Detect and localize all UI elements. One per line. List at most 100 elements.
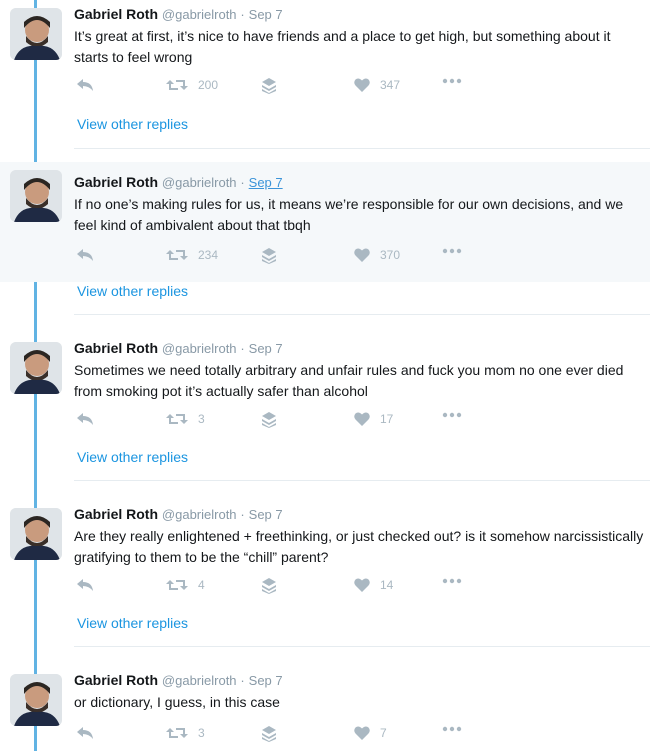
- reply-button[interactable]: [76, 726, 94, 740]
- like-button[interactable]: 7: [354, 726, 387, 740]
- heart-icon: [354, 726, 370, 740]
- author-handle[interactable]: @gabrielroth: [162, 507, 237, 522]
- reply-icon: [77, 413, 93, 425]
- tweet-header: Gabriel Roth @gabrielroth · Sep 7: [74, 174, 283, 190]
- author-name[interactable]: Gabriel Roth: [74, 340, 158, 356]
- stack-icon: [262, 726, 276, 742]
- tweet-text: or dictionary, I guess, in this case: [74, 694, 280, 710]
- author-name[interactable]: Gabriel Roth: [74, 6, 158, 22]
- tweet-actions: 3 7: [74, 726, 494, 746]
- more-button[interactable]: [442, 578, 462, 584]
- divider: [74, 646, 650, 647]
- view-other-replies-link[interactable]: View other replies: [77, 116, 188, 132]
- divider: [74, 480, 650, 481]
- heart-icon: [354, 248, 370, 262]
- more-button[interactable]: [442, 248, 462, 254]
- tweet[interactable]: Gabriel Roth @gabrielroth · Sep 7 It’s g…: [0, 0, 650, 132]
- tweet[interactable]: Gabriel Roth @gabrielroth · Sep 7 Are th…: [0, 500, 650, 631]
- view-other-replies-link[interactable]: View other replies: [77, 449, 188, 465]
- separator: ·: [240, 673, 245, 688]
- avatar[interactable]: [10, 508, 62, 560]
- like-button[interactable]: 370: [354, 248, 400, 262]
- reply-icon: [77, 579, 93, 591]
- like-button[interactable]: 14: [354, 578, 393, 592]
- heart-icon: [354, 578, 370, 592]
- retweet-button[interactable]: 3: [166, 726, 205, 740]
- stack-icon: [262, 578, 276, 594]
- author-handle[interactable]: @gabrielroth: [162, 175, 237, 190]
- like-button[interactable]: 17: [354, 412, 393, 426]
- like-count: 7: [380, 726, 387, 740]
- separator: ·: [240, 507, 245, 522]
- more-icon: [442, 78, 462, 84]
- view-other-replies-link[interactable]: View other replies: [77, 615, 188, 631]
- retweet-button[interactable]: 4: [166, 578, 205, 592]
- avatar[interactable]: [10, 170, 62, 222]
- retweet-button[interactable]: 3: [166, 412, 205, 426]
- divider: [74, 314, 650, 315]
- tweet-actions: 200 347: [74, 78, 494, 98]
- more-icon: [442, 248, 462, 254]
- retweet-icon: [166, 580, 188, 590]
- author-handle[interactable]: @gabrielroth: [162, 7, 237, 22]
- tweet-text: Sometimes we need totally arbitrary and …: [74, 362, 624, 399]
- like-count: 14: [380, 578, 394, 592]
- avatar[interactable]: [10, 674, 62, 726]
- retweet-count: 234: [198, 248, 219, 262]
- tweet-header: Gabriel Roth @gabrielroth · Sep 7: [74, 506, 283, 522]
- avatar[interactable]: [10, 8, 62, 60]
- tweet-text: It’s great at first, it’s nice to have f…: [74, 28, 611, 65]
- tweet[interactable]: Gabriel Roth @gabrielroth · Sep 7 If no …: [0, 162, 650, 282]
- more-icon: [442, 578, 462, 584]
- stack-button[interactable]: [262, 412, 276, 428]
- tweet-date[interactable]: Sep 7: [249, 7, 283, 22]
- heart-icon: [354, 78, 370, 92]
- author-name[interactable]: Gabriel Roth: [74, 174, 158, 190]
- stack-button[interactable]: [262, 578, 276, 594]
- tweet-header: Gabriel Roth @gabrielroth · Sep 7: [74, 6, 283, 22]
- retweet-button[interactable]: 200: [166, 78, 218, 92]
- retweet-icon: [166, 80, 188, 90]
- tweet-date[interactable]: Sep 7: [249, 341, 283, 356]
- reply-button[interactable]: [76, 78, 94, 92]
- author-handle[interactable]: @gabrielroth: [162, 673, 237, 688]
- like-count: 17: [380, 412, 394, 426]
- like-count: 347: [380, 78, 401, 92]
- more-button[interactable]: [442, 726, 462, 732]
- tweet-actions: 4 14: [74, 578, 494, 598]
- reply-icon: [77, 727, 93, 739]
- reply-icon: [77, 249, 93, 261]
- reply-button[interactable]: [76, 248, 94, 262]
- more-button[interactable]: [442, 412, 462, 418]
- reply-icon: [77, 79, 93, 91]
- stack-button[interactable]: [262, 78, 276, 94]
- like-count: 370: [380, 248, 401, 262]
- tweet-date[interactable]: Sep 7: [249, 175, 283, 190]
- retweet-icon: [166, 728, 188, 738]
- tweet[interactable]: Gabriel Roth @gabrielroth · Sep 7 Someti…: [0, 334, 650, 465]
- reply-button[interactable]: [76, 412, 94, 426]
- tweet-date[interactable]: Sep 7: [249, 673, 283, 688]
- stack-icon: [262, 412, 276, 428]
- tweet[interactable]: Gabriel Roth @gabrielroth · Sep 7 or dic…: [0, 666, 650, 751]
- more-icon: [442, 412, 462, 418]
- tweet-text: Are they really enlightened + freethinki…: [74, 528, 644, 565]
- reply-button[interactable]: [76, 578, 94, 592]
- tweet-actions: 234 370: [74, 248, 494, 268]
- avatar[interactable]: [10, 342, 62, 394]
- author-name[interactable]: Gabriel Roth: [74, 672, 158, 688]
- author-name[interactable]: Gabriel Roth: [74, 506, 158, 522]
- retweet-count: 3: [198, 412, 205, 426]
- more-icon: [442, 726, 462, 732]
- retweet-button[interactable]: 234: [166, 248, 218, 262]
- stack-button[interactable]: [262, 726, 276, 742]
- retweet-count: 3: [198, 726, 205, 740]
- like-button[interactable]: 347: [354, 78, 400, 92]
- author-handle[interactable]: @gabrielroth: [162, 341, 237, 356]
- stack-button[interactable]: [262, 248, 276, 264]
- view-other-replies-link[interactable]: View other replies: [77, 283, 188, 299]
- retweet-icon: [166, 414, 188, 424]
- more-button[interactable]: [442, 78, 462, 84]
- heart-icon: [354, 412, 370, 426]
- tweet-date[interactable]: Sep 7: [249, 507, 283, 522]
